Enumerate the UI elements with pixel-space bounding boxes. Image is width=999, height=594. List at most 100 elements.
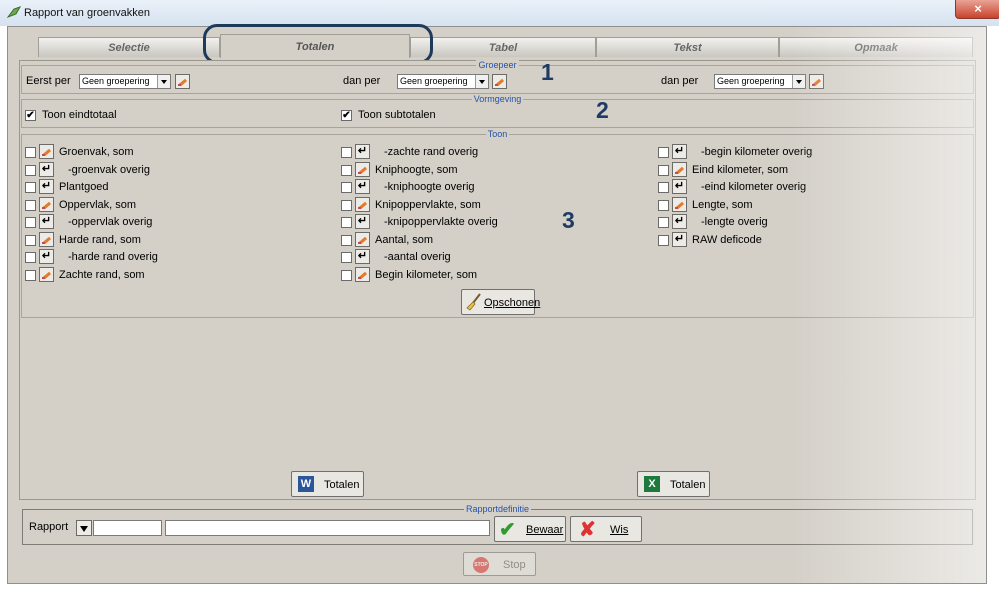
word-totalen-button[interactable]: W Totalen [291, 471, 364, 497]
stop-button[interactable]: STOP Stop [463, 552, 536, 576]
pencil-icon[interactable] [39, 144, 54, 159]
toon-item-label: -knipoppervlakte overig [384, 216, 498, 228]
toon-item-checkbox[interactable] [25, 269, 36, 281]
rapport-name-input[interactable] [165, 520, 490, 536]
toon-item-checkbox[interactable] [341, 234, 352, 246]
toon-item[interactable]: ↵ -knipoppervlakte overig [341, 214, 641, 230]
pencil-icon[interactable] [175, 74, 190, 89]
toon-item[interactable]: ↵ -lengte overig [658, 214, 958, 230]
toon-item-checkbox[interactable] [25, 217, 36, 228]
enter-icon[interactable]: ↵ [672, 179, 687, 194]
groepering-combo-3[interactable]: Geen groepering [714, 74, 806, 89]
toon-item-checkbox[interactable] [341, 147, 352, 158]
pencil-icon[interactable] [809, 74, 824, 89]
toon-item[interactable]: ↵ -begin kilometer overig [658, 144, 958, 160]
toon-item[interactable]: ↵ -eind kilometer overig [658, 179, 958, 195]
toon-item[interactable]: ↵ -kniphoogte overig [341, 179, 641, 195]
pencil-icon[interactable] [39, 196, 54, 212]
enter-icon[interactable]: ↵ [355, 144, 370, 159]
toon-item[interactable]: Zachte rand, som [25, 266, 325, 283]
tab-opmaak[interactable]: Opmaak [779, 37, 973, 57]
groepering-combo-2[interactable]: Geen groepering [397, 74, 489, 89]
toon-item-checkbox[interactable] [341, 182, 352, 193]
toon-item-checkbox[interactable] [341, 252, 352, 263]
toon-item-checkbox[interactable] [658, 217, 669, 228]
toon-item-checkbox[interactable] [658, 234, 669, 246]
rapport-code-input[interactable] [93, 520, 162, 536]
bewaar-button[interactable]: ✔ Bewaar [494, 516, 566, 542]
toon-item[interactable]: ↵ -oppervlak overig [25, 214, 325, 230]
vormgeving-title: Vormgeving [471, 94, 524, 104]
toon-item[interactable]: ↵ RAW deficode [658, 231, 958, 248]
tab-selectie[interactable]: Selectie [38, 37, 220, 57]
enter-icon[interactable]: ↵ [39, 161, 54, 177]
enter-icon[interactable]: ↵ [39, 214, 54, 229]
pencil-icon[interactable] [355, 231, 370, 247]
pencil-icon[interactable] [39, 266, 54, 282]
toon-item[interactable]: Oppervlak, som [25, 196, 325, 213]
toon-item-checkbox[interactable] [25, 252, 36, 263]
toon-item-checkbox[interactable] [341, 199, 352, 211]
pencil-icon[interactable] [492, 74, 507, 89]
vormgeving-group: Vormgeving ✔ Toon eindtotaal ✔ Toon subt… [21, 94, 974, 128]
window-title: Rapport van groenvakken [24, 7, 150, 19]
toon-item-checkbox[interactable] [658, 199, 669, 211]
enter-icon[interactable]: ↵ [355, 214, 370, 229]
toon-item-label: Zachte rand, som [59, 268, 145, 281]
enter-icon[interactable]: ↵ [39, 249, 54, 264]
pencil-icon[interactable] [355, 266, 370, 282]
enter-icon[interactable]: ↵ [355, 249, 370, 264]
toon-item[interactable]: Eind kilometer, som [658, 161, 958, 178]
tab-tekst[interactable]: Tekst [596, 37, 779, 57]
toon-item[interactable]: ↵ -zachte rand overig [341, 144, 641, 160]
tab-highlight-annotation [203, 24, 433, 64]
enter-icon[interactable]: ↵ [672, 144, 687, 159]
pencil-icon[interactable] [355, 161, 370, 177]
tab-tabel[interactable]: Tabel [410, 37, 596, 57]
toon-item[interactable]: Kniphoogte, som [341, 161, 641, 178]
pencil-icon[interactable] [39, 231, 54, 247]
toon-subtotalen-checkbox[interactable]: ✔ [341, 110, 352, 121]
enter-icon[interactable]: ↵ [672, 214, 687, 229]
close-button[interactable]: × [955, 0, 999, 19]
app-icon [7, 6, 21, 18]
toon-item-label: Oppervlak, som [59, 198, 137, 211]
toon-item-checkbox[interactable] [25, 234, 36, 246]
toon-item-checkbox[interactable] [25, 199, 36, 211]
toon-item-checkbox[interactable] [25, 182, 36, 193]
enter-icon[interactable]: ↵ [672, 231, 687, 247]
toon-item-checkbox[interactable] [658, 182, 669, 193]
toon-item-checkbox[interactable] [341, 217, 352, 228]
enter-icon[interactable]: ↵ [39, 179, 54, 194]
toon-item[interactable]: Groenvak, som [25, 144, 325, 160]
toon-item[interactable]: ↵ -groenvak overig [25, 161, 325, 178]
pencil-icon[interactable] [672, 196, 687, 212]
toon-item[interactable]: Aantal, som [341, 231, 641, 248]
toon-item-checkbox[interactable] [25, 164, 36, 176]
toon-item-label: Knipoppervlakte, som [375, 198, 481, 211]
toon-item-checkbox[interactable] [658, 164, 669, 176]
toon-item-checkbox[interactable] [341, 269, 352, 281]
toon-item[interactable]: Begin kilometer, som [341, 266, 641, 283]
excel-totalen-button[interactable]: X Totalen [637, 471, 710, 497]
groepering-combo-1[interactable]: Geen groepering [79, 74, 171, 89]
groepeer-group: Groepeer Eerst per Geen groepering dan p… [21, 60, 974, 94]
toon-eindtotaal-checkbox[interactable]: ✔ [25, 110, 36, 121]
toon-item-label: -groenvak overig [68, 163, 150, 176]
toon-item[interactable]: ↵ -harde rand overig [25, 249, 325, 265]
toon-item-checkbox[interactable] [341, 164, 352, 176]
toon-item-checkbox[interactable] [658, 147, 669, 158]
wis-button[interactable]: ✘ Wis [570, 516, 642, 542]
pencil-icon[interactable] [355, 196, 370, 212]
toon-item[interactable]: ↵ -aantal overig [341, 249, 641, 265]
opschonen-button[interactable]: Opschonen [461, 289, 540, 315]
toon-item[interactable]: Harde rand, som [25, 231, 325, 248]
toon-item[interactable]: Lengte, som [658, 196, 958, 213]
toon-item[interactable]: Knipoppervlakte, som [341, 196, 641, 213]
annotation-1: 1 [541, 59, 554, 85]
enter-icon[interactable]: ↵ [355, 179, 370, 194]
rapport-dropdown-button[interactable] [76, 520, 92, 536]
toon-item-checkbox[interactable] [25, 147, 36, 158]
pencil-icon[interactable] [672, 161, 687, 177]
toon-item[interactable]: ↵ Plantgoed [25, 179, 325, 195]
